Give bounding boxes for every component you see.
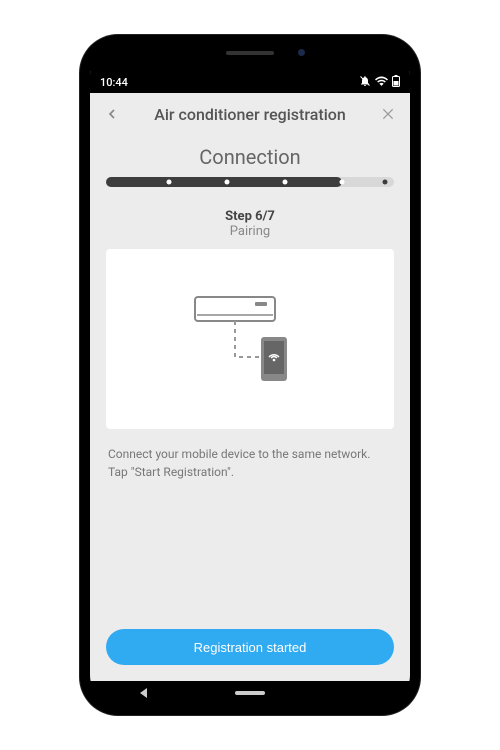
progress-step-dot [282,180,287,185]
battery-icon [392,75,400,90]
section-title: Connection [106,145,394,169]
android-nav-bar [90,681,410,705]
registration-started-button[interactable]: Registration started [106,629,394,665]
wifi-icon [375,76,388,89]
progress-step-dot [383,180,388,185]
progress-step-dot [224,180,229,185]
status-bar: 10:44 [90,71,410,93]
notifications-off-icon [359,75,371,90]
app-header: Air conditioner registration [90,93,410,135]
status-time: 10:44 [100,76,128,89]
speaker-grill [226,51,274,55]
progress-step-dot [340,180,345,185]
back-button[interactable] [100,102,124,126]
step-counter: Step 6/7 [106,209,394,224]
nav-home-icon[interactable] [235,691,265,695]
illustration-card [106,249,394,429]
close-button[interactable] [376,102,400,126]
instruction-text: Connect your mobile device to the same n… [106,445,394,481]
nav-back-icon[interactable] [140,688,147,698]
progress-bar [106,177,394,187]
pairing-illustration [175,279,325,399]
phone-frame: 10:44 Air conditioner reg [80,35,420,715]
step-name: Pairing [106,224,394,239]
page-title: Air conditioner registration [132,105,368,124]
front-camera [298,49,305,56]
progress-step-dot [167,180,172,185]
